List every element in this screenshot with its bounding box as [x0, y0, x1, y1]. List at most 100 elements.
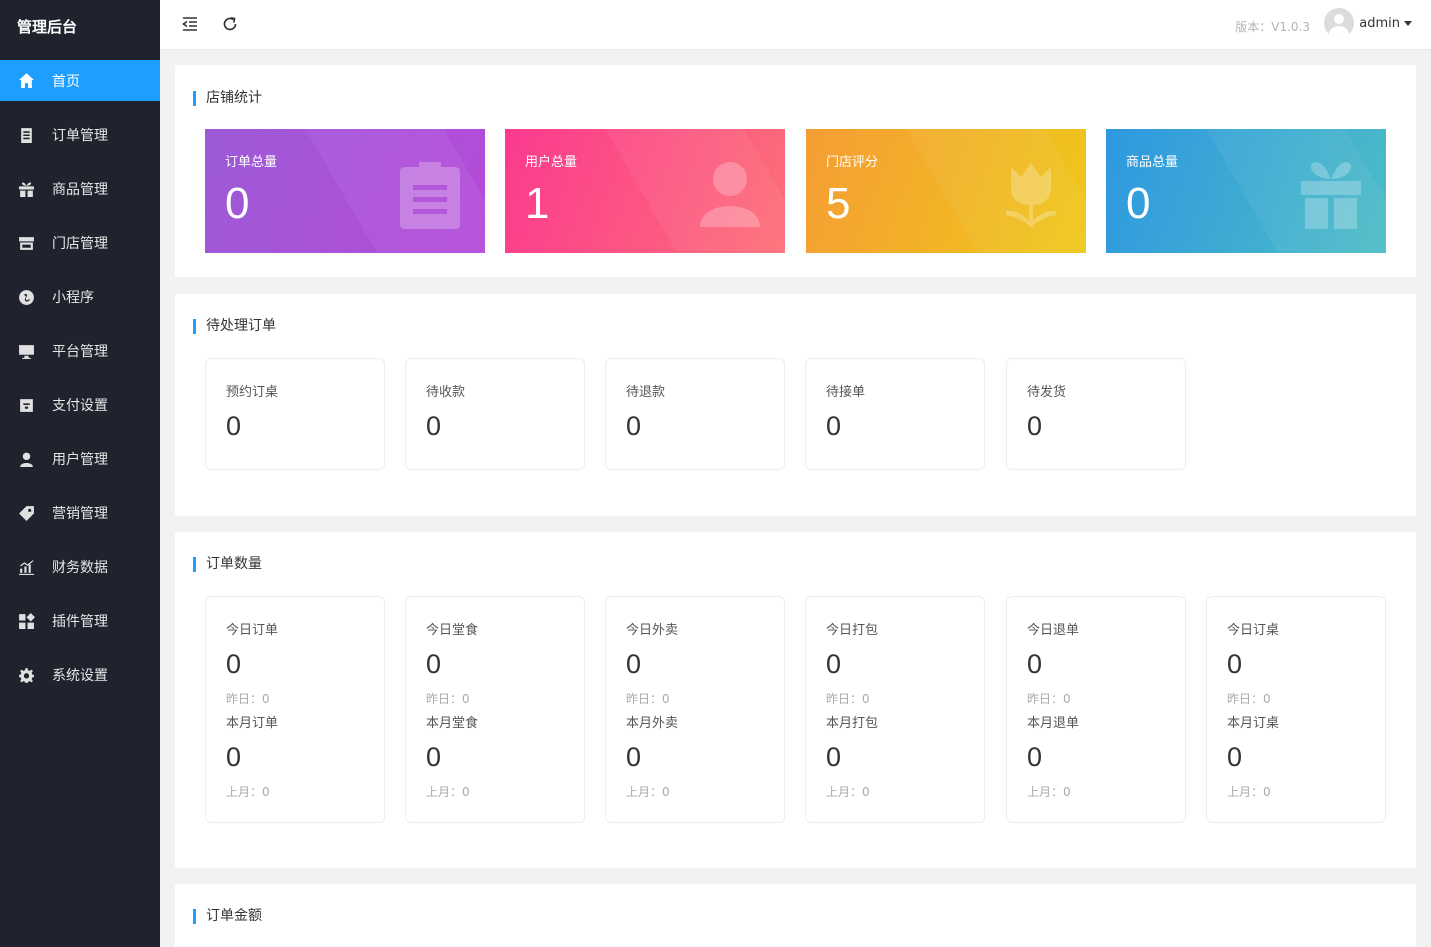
- month-label: 本月打包: [826, 716, 879, 731]
- store-icon: [17, 234, 35, 252]
- pending-card[interactable]: 待接单 0: [805, 358, 985, 470]
- count-value: 0: [1227, 649, 1243, 679]
- sidebar: 管理后台 首页 订单管理 商品管理 门店管理 小程序 平台管理 支付设置 用户管…: [0, 0, 160, 947]
- count-value: 0: [226, 649, 242, 679]
- wallet-icon: [17, 396, 35, 414]
- stat-card-rating: 门店评分 5: [806, 129, 1086, 253]
- count-label: 今日订桌: [1227, 623, 1280, 638]
- sidebar-item-plugins[interactable]: 插件管理: [0, 594, 160, 648]
- sidebar-item-label: 用户管理: [52, 452, 108, 468]
- stat-card-users: 用户总量 1: [505, 129, 785, 253]
- month-value: 0: [226, 742, 242, 772]
- pending-card[interactable]: 待收款 0: [405, 358, 585, 470]
- mini-program-icon: [17, 288, 35, 306]
- pending-card[interactable]: 待退款 0: [605, 358, 785, 470]
- count-label: 今日订单: [226, 623, 279, 638]
- pending-label: 待收款: [426, 385, 466, 400]
- plugin-icon: [17, 612, 35, 630]
- stat-card-products: 商品总量 0: [1106, 129, 1386, 253]
- order-counts-panel: 订单数量 今日订单 0 昨日：0 本月订单 0 上月：0 今日堂食 0 昨日：0…: [175, 532, 1416, 868]
- last-month-label: 上月：0: [426, 785, 470, 799]
- stat-card-orders: 订单总量 0: [205, 129, 485, 253]
- count-value: 0: [426, 649, 442, 679]
- last-month-label: 上月：0: [1027, 785, 1071, 799]
- tag-icon: [17, 504, 35, 522]
- sidebar-item-finance[interactable]: 财务数据: [0, 540, 160, 594]
- yesterday-label: 昨日：0: [226, 692, 270, 706]
- gift-icon: [1298, 159, 1364, 229]
- user-name: admin: [1359, 15, 1400, 31]
- stat-label: 用户总量: [525, 155, 578, 170]
- count-value: 0: [826, 649, 842, 679]
- month-label: 本月外卖: [626, 716, 679, 731]
- panel-title: 订单金额: [193, 909, 262, 924]
- pending-card[interactable]: 待发货 0: [1006, 358, 1186, 470]
- user-icon: [17, 450, 35, 468]
- yesterday-label: 昨日：0: [426, 692, 470, 706]
- store-stats-panel: 店铺统计 订单总量 0 用户总量 1 门店评分 5 商品总量 0: [175, 65, 1416, 277]
- count-value: 0: [626, 649, 642, 679]
- sidebar-item-label: 商品管理: [52, 182, 108, 198]
- pending-label: 待接单: [826, 385, 866, 400]
- month-value: 0: [1027, 742, 1043, 772]
- sidebar-item-marketing[interactable]: 营销管理: [0, 486, 160, 540]
- month-label: 本月堂食: [426, 716, 479, 731]
- pending-value: 0: [226, 411, 242, 441]
- panel-title: 订单数量: [193, 557, 262, 572]
- order-count-card: 今日退单 0 昨日：0 本月退单 0 上月：0: [1006, 596, 1186, 823]
- sidebar-item-label: 订单管理: [52, 128, 108, 144]
- sidebar-item-mini-program[interactable]: 小程序: [0, 270, 160, 324]
- stat-label: 门店评分: [826, 155, 879, 170]
- sidebar-item-label: 营销管理: [52, 506, 108, 522]
- home-icon: [17, 72, 35, 90]
- yesterday-label: 昨日：0: [1227, 692, 1271, 706]
- tulip-icon: [998, 159, 1064, 229]
- month-label: 本月订单: [226, 716, 279, 731]
- count-label: 今日外卖: [626, 623, 679, 638]
- month-value: 0: [426, 742, 442, 772]
- chart-icon: [17, 558, 35, 576]
- stat-label: 商品总量: [1126, 155, 1179, 170]
- sidebar-item-label: 支付设置: [52, 398, 108, 414]
- brand-title: 管理后台: [17, 18, 78, 36]
- avatar: [1324, 8, 1355, 38]
- gift-icon: [17, 180, 35, 198]
- sidebar-item-label: 小程序: [52, 290, 94, 306]
- refresh-button[interactable]: [220, 14, 242, 36]
- month-label: 本月订桌: [1227, 716, 1280, 731]
- pending-label: 预约订桌: [226, 385, 279, 400]
- pending-value: 0: [426, 411, 442, 441]
- pending-card[interactable]: 预约订桌 0: [205, 358, 385, 470]
- count-label: 今日打包: [826, 623, 879, 638]
- yesterday-label: 昨日：0: [626, 692, 670, 706]
- sidebar-item-label: 系统设置: [52, 668, 108, 684]
- sidebar-item-orders[interactable]: 订单管理: [0, 108, 160, 162]
- collapse-sidebar-button[interactable]: [180, 14, 202, 36]
- last-month-label: 上月：0: [826, 785, 870, 799]
- sidebar-item-products[interactable]: 商品管理: [0, 162, 160, 216]
- last-month-label: 上月：0: [226, 785, 270, 799]
- sidebar-item-payment[interactable]: 支付设置: [0, 378, 160, 432]
- pending-label: 待发货: [1027, 385, 1067, 400]
- sidebar-item-label: 门店管理: [52, 236, 108, 252]
- sidebar-item-home[interactable]: 首页: [0, 60, 160, 101]
- sidebar-item-label: 插件管理: [52, 614, 108, 630]
- month-value: 0: [826, 742, 842, 772]
- order-count-card: 今日订桌 0 昨日：0 本月订桌 0 上月：0: [1206, 596, 1386, 823]
- user-menu[interactable]: admin: [1324, 8, 1412, 38]
- clipboard-icon: [397, 159, 463, 229]
- pending-value: 0: [1027, 411, 1043, 441]
- panel-title: 店铺统计: [193, 91, 262, 106]
- sidebar-item-platform[interactable]: 平台管理: [0, 324, 160, 378]
- sidebar-item-settings[interactable]: 系统设置: [0, 648, 160, 702]
- sidebar-item-users[interactable]: 用户管理: [0, 432, 160, 486]
- month-value: 0: [626, 742, 642, 772]
- yesterday-label: 昨日：0: [826, 692, 870, 706]
- monitor-icon: [17, 342, 35, 360]
- chevron-down-icon: [1404, 20, 1412, 26]
- sidebar-item-label: 首页: [52, 73, 80, 90]
- sidebar-item-stores[interactable]: 门店管理: [0, 216, 160, 270]
- pending-value: 0: [826, 411, 842, 441]
- stat-value: 0: [1126, 179, 1151, 228]
- count-label: 今日堂食: [426, 623, 479, 638]
